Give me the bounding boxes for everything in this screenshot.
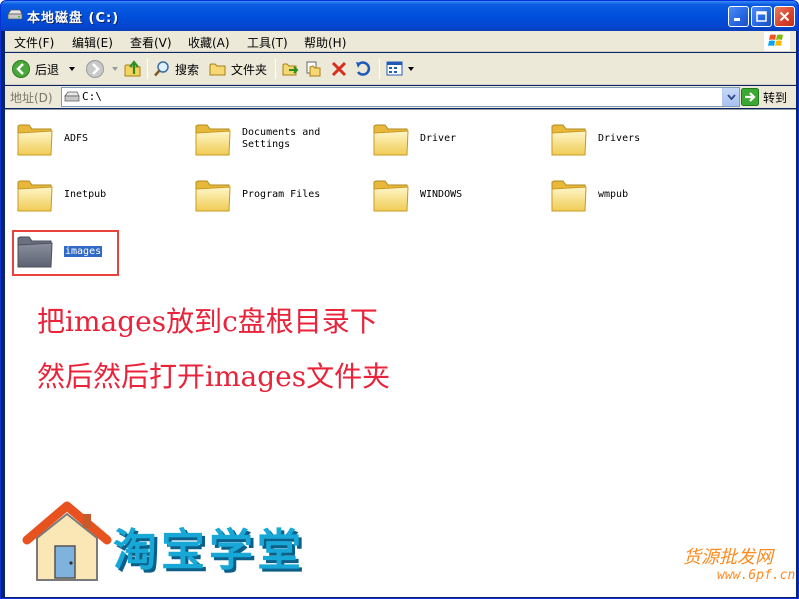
menu-favorites[interactable]: 收藏(A) xyxy=(188,34,230,51)
close-icon xyxy=(779,11,790,22)
folder-icon xyxy=(373,180,409,212)
folder-icon xyxy=(17,124,53,156)
go-button[interactable]: 转到 xyxy=(741,87,795,107)
folder-icon xyxy=(551,124,587,156)
instruction-line-1: 把images放到c盘根目录下 xyxy=(37,305,378,338)
watermark-name: 货源批发网 xyxy=(683,547,773,568)
back-arrow-icon xyxy=(12,60,30,78)
folder-label: Program Files xyxy=(242,189,321,200)
folder-view: ADFS Documents and Settings Driver Drive… xyxy=(5,109,796,597)
chevron-down-icon xyxy=(726,94,736,100)
logo: 淘宝学堂 xyxy=(21,500,381,586)
folder-item[interactable]: Drivers xyxy=(549,120,719,164)
folder-item[interactable]: WINDOWS xyxy=(371,176,541,220)
folder-icon xyxy=(17,236,53,268)
folder-icon xyxy=(17,180,53,212)
instruction-line-2: 然后然后打开images文件夹 xyxy=(37,360,391,393)
maximize-button[interactable] xyxy=(751,6,772,27)
folders-label: 文件夹 xyxy=(231,62,268,77)
search-icon xyxy=(154,61,169,77)
minimize-icon xyxy=(734,18,740,21)
search-button[interactable]: 搜索 xyxy=(153,58,199,80)
folder-item[interactable]: Documents and Settings xyxy=(193,120,363,164)
folders-button[interactable]: 文件夹 xyxy=(209,58,267,80)
forward-button[interactable] xyxy=(85,58,121,80)
folders-icon xyxy=(209,63,226,76)
folder-label: WINDOWS xyxy=(420,189,463,200)
watermark-url: www.6pf.cn xyxy=(717,568,796,583)
copy-to-button[interactable] xyxy=(305,58,323,80)
address-bar: 地址(D) C:\ 转到 xyxy=(5,86,796,108)
folder-icon xyxy=(195,124,231,156)
address-label: 地址(D) xyxy=(10,91,53,105)
undo-icon xyxy=(356,61,371,76)
address-value: C:\ xyxy=(82,90,102,103)
folder-item-selected[interactable]: images xyxy=(15,232,185,276)
menu-edit[interactable]: 编辑(E) xyxy=(72,34,113,51)
window-title: 本地磁盘 (C:) xyxy=(27,11,120,26)
views-icon xyxy=(386,61,403,76)
logo-text: 淘宝学堂 xyxy=(113,525,305,576)
folder-label: images xyxy=(62,245,104,258)
dropdown-arrow-icon xyxy=(408,67,414,71)
folder-icon xyxy=(195,180,231,212)
folder-item[interactable]: Driver xyxy=(371,120,541,164)
folder-item[interactable]: ADFS xyxy=(15,120,185,164)
up-folder-icon xyxy=(124,60,141,77)
back-button[interactable]: 后退 xyxy=(11,58,78,80)
folder-icon xyxy=(373,124,409,156)
windows-logo-icon xyxy=(764,32,790,51)
copy-to-icon xyxy=(306,61,321,77)
delete-button[interactable] xyxy=(330,58,348,80)
menu-bar: 文件(F) 编辑(E) 查看(V) 收藏(A) 工具(T) 帮助(H) xyxy=(5,31,796,52)
search-label: 搜索 xyxy=(175,62,200,77)
folder-label: Inetpub xyxy=(64,189,107,200)
menu-help[interactable]: 帮助(H) xyxy=(304,34,346,51)
views-button[interactable] xyxy=(386,58,416,80)
folder-label: wmpub xyxy=(598,189,629,200)
delete-icon xyxy=(331,61,347,77)
dropdown-arrow-icon xyxy=(112,67,118,71)
folder-label: Drivers xyxy=(598,133,641,144)
folder-item[interactable]: wmpub xyxy=(549,176,719,220)
menu-view[interactable]: 查看(V) xyxy=(130,34,172,51)
drive-icon xyxy=(64,91,80,102)
toolbar: 后退 搜索 文件夹 xyxy=(5,53,796,85)
title-bar[interactable]: 本地磁盘 (C:) xyxy=(1,1,798,31)
move-to-button[interactable] xyxy=(282,58,300,80)
folder-item[interactable]: Program Files xyxy=(193,176,363,220)
folder-label: Driver xyxy=(420,133,457,144)
undo-button[interactable] xyxy=(354,58,372,80)
address-input[interactable]: C:\ xyxy=(61,87,740,107)
back-label: 后退 xyxy=(35,62,60,77)
close-button[interactable] xyxy=(774,6,795,27)
dropdown-arrow-icon xyxy=(69,67,76,71)
go-arrow-icon xyxy=(741,88,759,106)
drive-icon xyxy=(7,9,23,20)
folder-label: ADFS xyxy=(64,133,89,144)
folder-icon xyxy=(551,180,587,212)
explorer-window: 本地磁盘 (C:) 文件(F) 编辑(E) 查看(V) 收藏(A) 工具(T) … xyxy=(0,0,799,599)
menu-tools[interactable]: 工具(T) xyxy=(247,34,288,51)
maximize-icon xyxy=(756,11,767,22)
go-label: 转到 xyxy=(763,90,788,105)
up-folder-button[interactable] xyxy=(123,58,143,80)
move-to-icon xyxy=(282,63,299,76)
forward-arrow-icon xyxy=(86,60,104,78)
menu-file[interactable]: 文件(F) xyxy=(14,34,54,51)
folder-label: Documents and Settings xyxy=(242,127,321,150)
house-icon xyxy=(22,501,112,581)
address-dropdown-button[interactable] xyxy=(722,88,739,106)
minimize-button[interactable] xyxy=(728,6,749,27)
folder-item[interactable]: Inetpub xyxy=(15,176,185,220)
